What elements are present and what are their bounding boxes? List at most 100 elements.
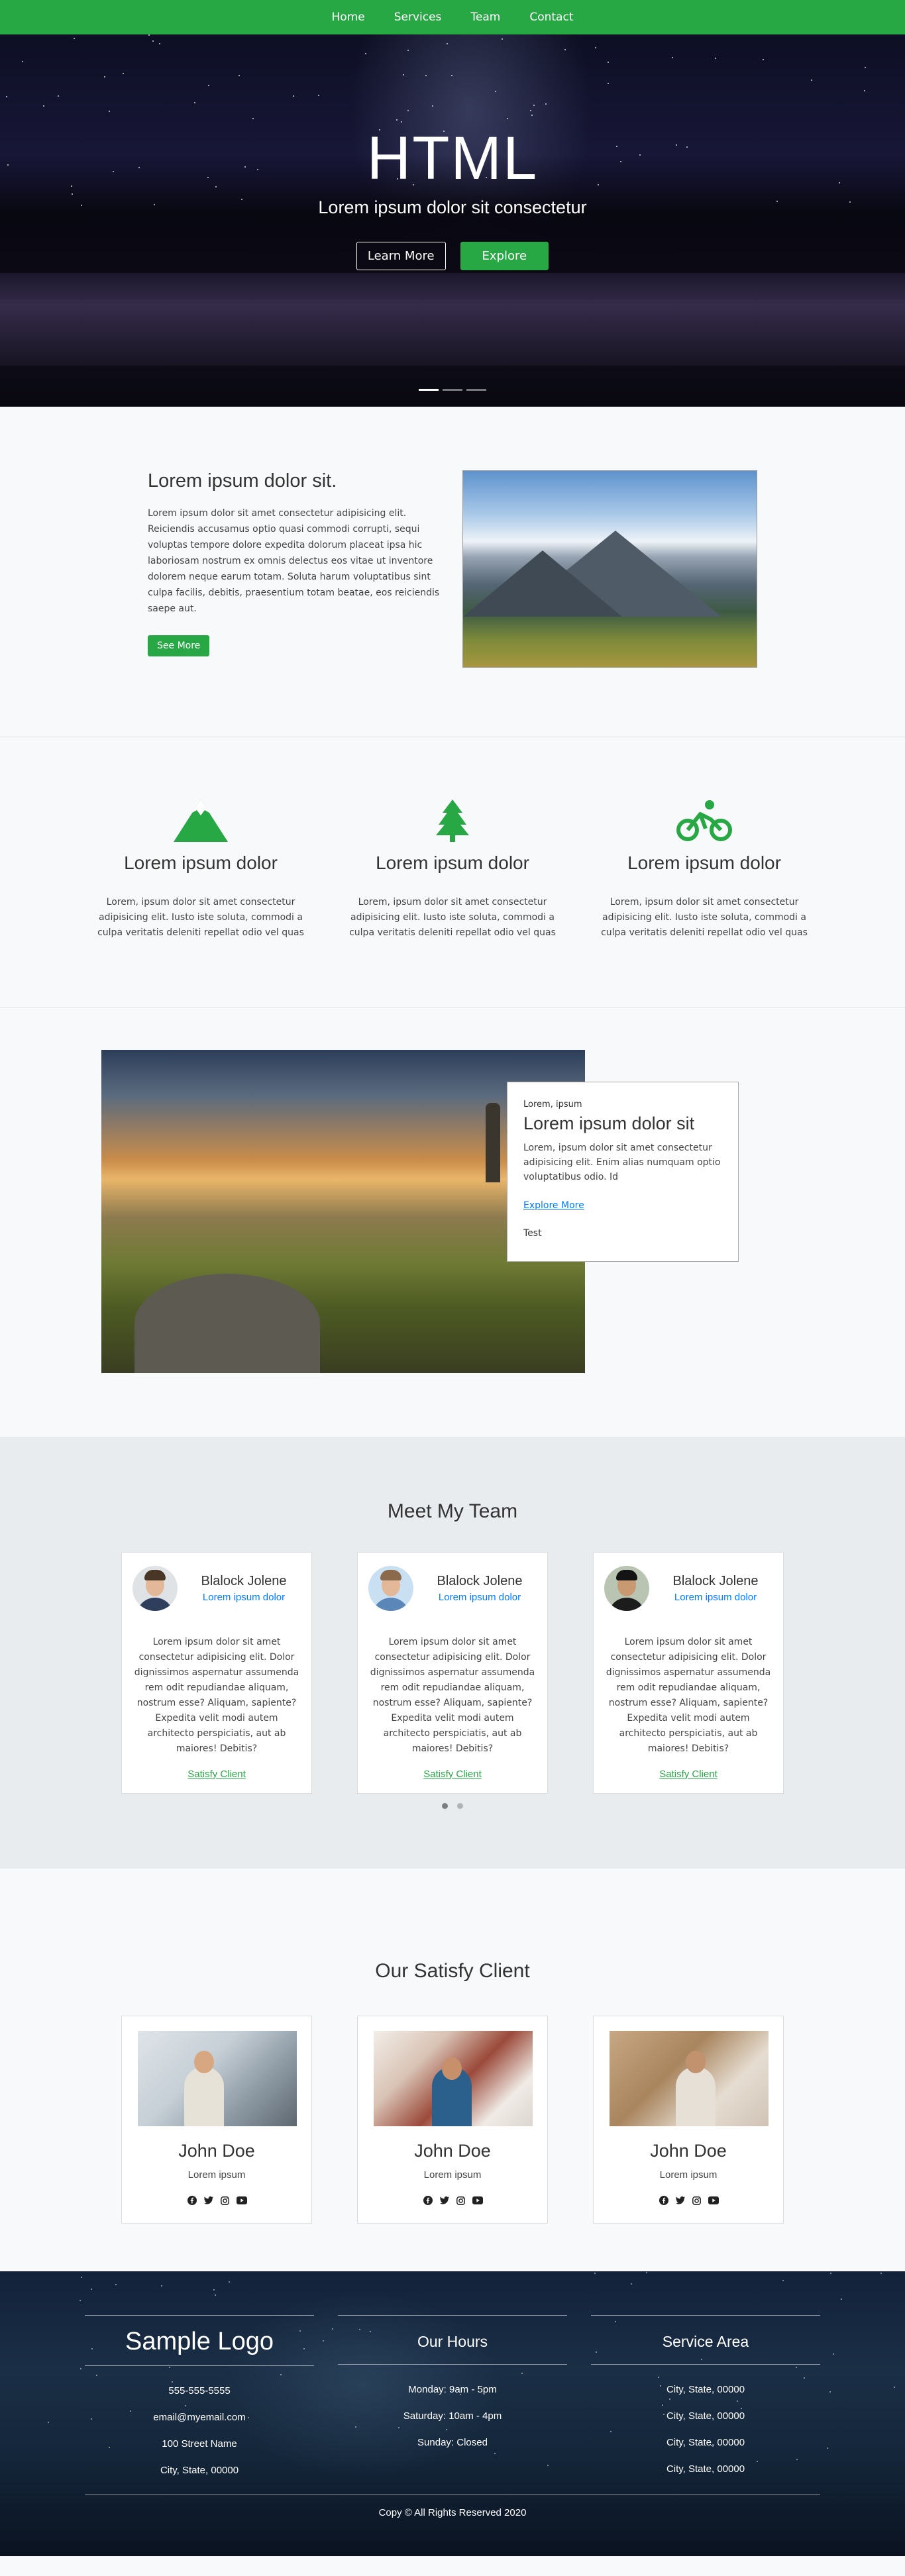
footer-hours-line: Saturday: 10am - 4pm <box>403 2410 502 2422</box>
star-decoration <box>161 2285 162 2287</box>
team-section: Meet My Team Blalock Jolene Lorem ipsum … <box>0 1437 905 1869</box>
star-decoration <box>782 2280 784 2281</box>
nav-link-team[interactable]: Team <box>470 11 500 24</box>
satisfy-client-link[interactable]: Satisfy Client <box>368 1769 537 1780</box>
star-decoration <box>531 115 533 116</box>
footer-hours-column: Our Hours Monday: 9am - 5pm Saturday: 10… <box>338 2315 567 2484</box>
carousel-dot[interactable] <box>457 1803 463 1809</box>
star-decoration <box>91 2289 92 2290</box>
learn-more-button[interactable]: Learn More <box>356 242 446 270</box>
youtube-icon[interactable] <box>708 2195 719 2206</box>
twitter-icon[interactable] <box>675 2195 686 2206</box>
nav-link-home[interactable]: Home <box>332 11 365 24</box>
hero-title: HTML <box>366 125 539 192</box>
explore-button[interactable]: Explore <box>460 242 549 270</box>
twitter-icon[interactable] <box>439 2195 450 2206</box>
social-links <box>610 2195 767 2206</box>
footer-area-line: City, State, 00000 <box>666 2463 745 2475</box>
star-decoration <box>841 2298 842 2300</box>
client-name: John Doe <box>414 2141 491 2161</box>
satisfy-client-link[interactable]: Satisfy Client <box>133 1769 301 1780</box>
client-card: John Doe Lorem ipsum <box>357 2016 548 2224</box>
clients-section: Our Satisfy Client John Doe Lorem ipsum … <box>0 1869 905 2271</box>
star-decoration <box>81 2277 82 2278</box>
star-decoration <box>80 2300 81 2301</box>
star-decoration <box>104 76 105 77</box>
star-decoration <box>564 49 566 50</box>
facebook-icon[interactable] <box>659 2195 669 2206</box>
client-subtitle: Lorem ipsum <box>659 2169 718 2181</box>
footer-city: City, State, 00000 <box>160 2465 239 2476</box>
star-decoration <box>608 62 609 63</box>
member-role[interactable]: Lorem ipsum dolor <box>423 1592 537 1603</box>
story-card: Lorem, ipsum Lorem ipsum dolor sit Lorem… <box>507 1082 739 1262</box>
feature-item: Lorem ipsum dolor Lorem, ipsum dolor sit… <box>578 794 830 941</box>
carousel-indicator[interactable] <box>466 389 486 391</box>
client-subtitle: Lorem ipsum <box>423 2169 482 2181</box>
facebook-icon[interactable] <box>423 2195 433 2206</box>
star-decoration <box>194 102 195 103</box>
youtube-icon[interactable] <box>236 2195 247 2206</box>
feature-title: Lorem ipsum dolor <box>376 852 529 873</box>
member-bio: Lorem ipsum dolor sit amet consectetur a… <box>606 1637 771 1754</box>
footer-email[interactable]: email@myemail.com <box>85 2404 314 2431</box>
star-decoration <box>148 34 150 36</box>
carousel-indicators <box>0 389 905 391</box>
social-links <box>138 2195 295 2206</box>
satisfy-client-link[interactable]: Satisfy Client <box>604 1769 772 1780</box>
star-decoration <box>447 43 448 44</box>
footer-logo[interactable]: Sample Logo <box>85 2328 314 2366</box>
explore-more-link[interactable]: Explore More <box>523 1200 722 1211</box>
member-bio: Lorem ipsum dolor sit amet consectetur a… <box>370 1637 535 1754</box>
star-decoration <box>507 118 508 119</box>
footer-phone[interactable]: 555-555-5555 <box>85 2378 314 2404</box>
star-decoration <box>502 38 503 40</box>
team-title: Meet My Team <box>387 1500 518 1522</box>
carousel-indicator[interactable] <box>443 389 462 391</box>
footer-contact-column: Sample Logo 555-555-5555 email@myemail.c… <box>85 2315 314 2484</box>
footer: Sample Logo 555-555-5555 email@myemail.c… <box>0 2271 905 2556</box>
star-decoration <box>365 53 366 54</box>
star-decoration <box>215 2294 216 2296</box>
avatar <box>368 1566 413 1611</box>
nav-link-contact[interactable]: Contact <box>529 11 573 24</box>
hero-lake-reflection <box>0 273 905 366</box>
footer-area-column: Service Area City, State, 00000 City, St… <box>591 2315 820 2484</box>
star-decoration <box>58 95 59 97</box>
star-decoration <box>530 110 531 111</box>
carousel-dot[interactable] <box>442 1803 448 1809</box>
youtube-icon[interactable] <box>472 2195 483 2206</box>
nav-link-services[interactable]: Services <box>394 11 442 24</box>
member-role[interactable]: Lorem ipsum dolor <box>187 1592 301 1603</box>
star-decoration <box>115 2284 117 2285</box>
instagram-icon[interactable] <box>220 2195 231 2206</box>
carousel-indicator[interactable] <box>419 389 439 391</box>
star-decoration <box>672 57 673 58</box>
star-decoration <box>407 50 409 51</box>
star-decoration <box>833 2353 834 2355</box>
hero-content: HTML Lorem ipsum dolor sit consectetur L… <box>0 124 905 270</box>
client-photo <box>374 2031 533 2126</box>
hero-carousel: HTML Lorem ipsum dolor sit consectetur L… <box>0 34 905 407</box>
star-decoration <box>208 85 209 86</box>
star-decoration <box>425 75 427 76</box>
footer-area-line: City, State, 00000 <box>666 2410 745 2422</box>
facebook-icon[interactable] <box>187 2195 197 2206</box>
instagram-icon[interactable] <box>456 2195 466 2206</box>
star-decoration <box>123 73 124 74</box>
footer-hours-line: Monday: 9am - 5pm <box>408 2384 497 2395</box>
see-more-button[interactable]: See More <box>148 635 210 656</box>
team-card: Blalock Jolene Lorem ipsum dolor Lorem i… <box>121 1552 312 1794</box>
team-card: Blalock Jolene Lorem ipsum dolor Lorem i… <box>357 1552 548 1794</box>
instagram-icon[interactable] <box>692 2195 702 2206</box>
star-decoration <box>152 40 154 42</box>
star-decoration <box>763 59 764 60</box>
star-decoration <box>80 2368 81 2369</box>
member-role[interactable]: Lorem ipsum dolor <box>659 1592 772 1603</box>
feature-text: Lorem, ipsum dolor sit amet consectetur … <box>349 897 556 938</box>
twitter-icon[interactable] <box>203 2195 214 2206</box>
star-decoration <box>608 83 609 84</box>
footer-hours-title: Our Hours <box>338 2328 567 2365</box>
member-bio: Lorem ipsum dolor sit amet consectetur a… <box>134 1637 299 1754</box>
star-decoration <box>594 2273 596 2274</box>
